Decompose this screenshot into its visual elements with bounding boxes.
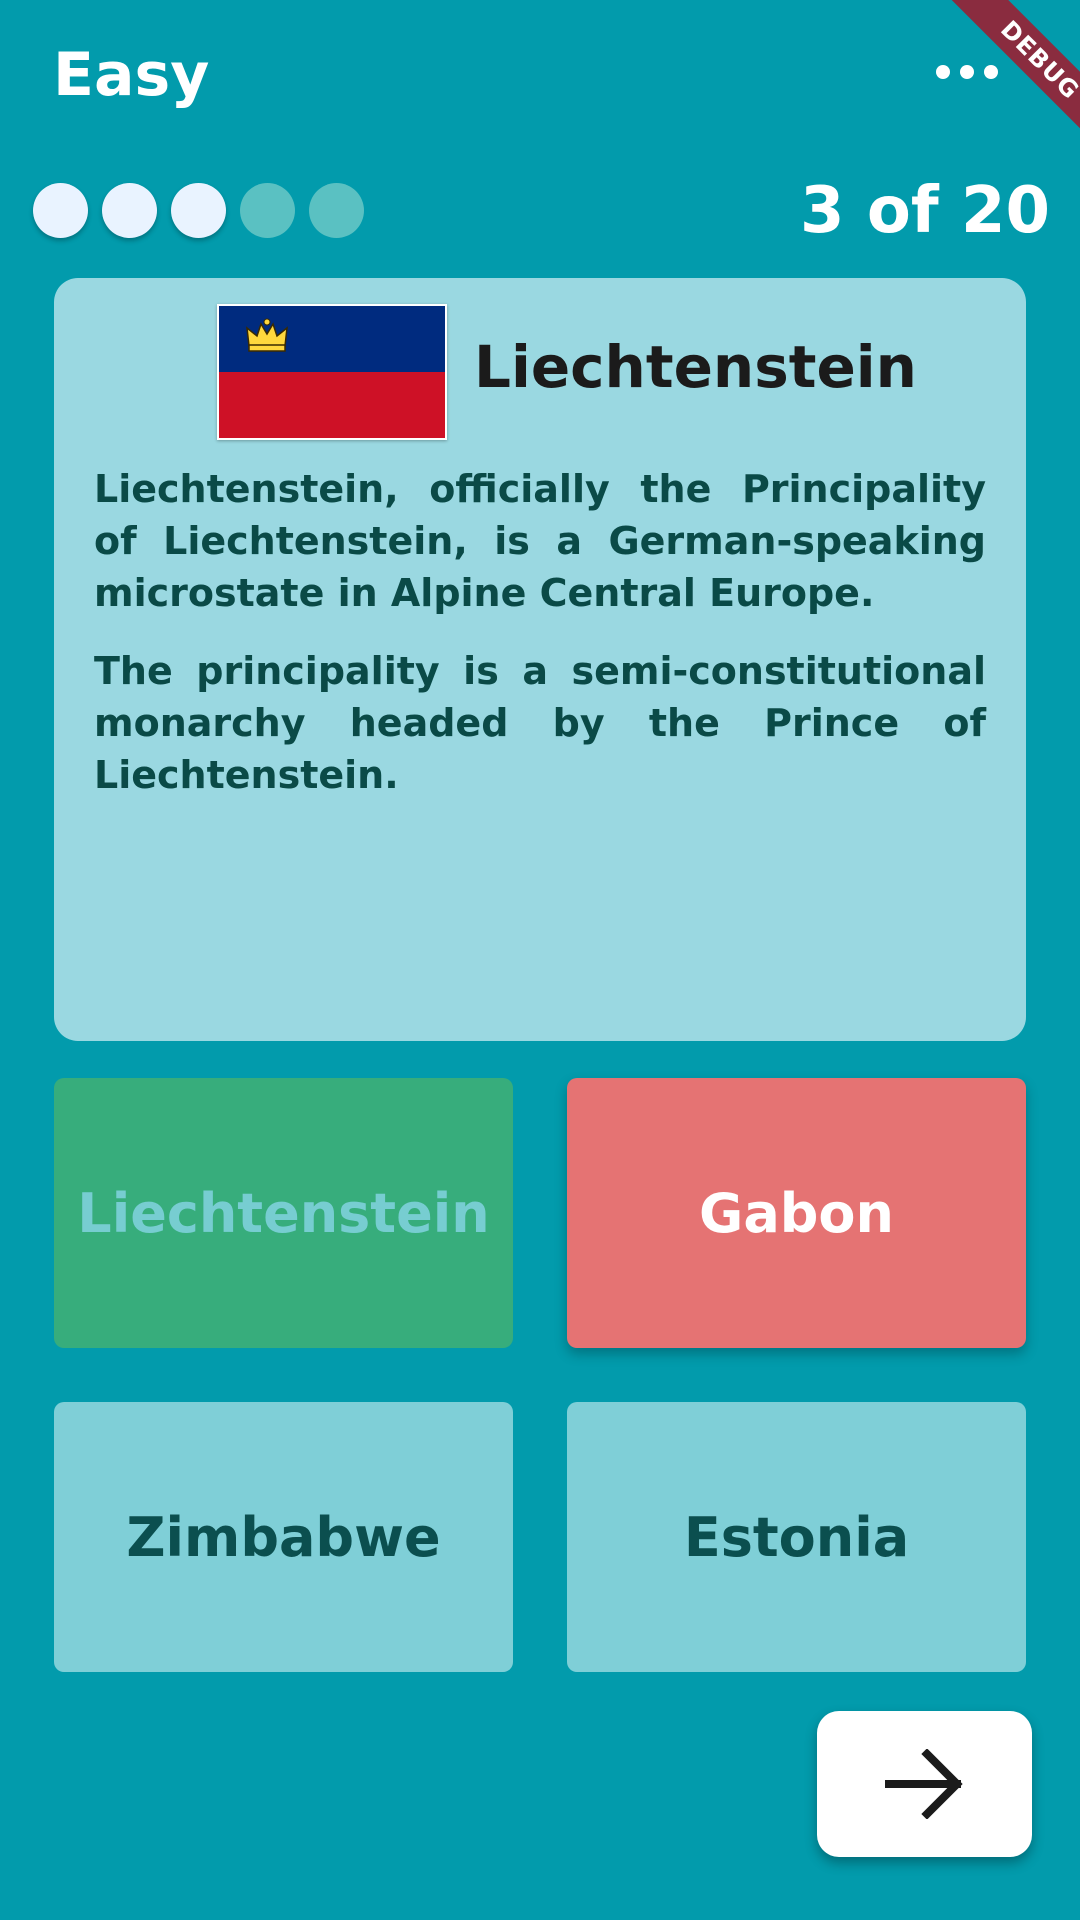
- answer-button[interactable]: Estonia: [567, 1402, 1026, 1672]
- progress-dot-done: [33, 183, 88, 238]
- debug-banner: DEBUG: [920, 0, 1080, 160]
- progress-dots: [33, 183, 364, 238]
- question-counter: 3 of 20: [800, 174, 1050, 248]
- answer-button[interactable]: Zimbabwe: [54, 1402, 513, 1672]
- progress-dot-done: [102, 183, 157, 238]
- app-title: Easy: [53, 40, 210, 110]
- country-name: Liechtenstein: [474, 333, 917, 401]
- debug-label: DEBUG: [941, 0, 1080, 159]
- progress-dot-done: [171, 183, 226, 238]
- progress-dot-pending: [240, 183, 295, 238]
- country-info-card: Liechtenstein Liechtenstein, officially …: [54, 278, 1026, 1041]
- answer-button-correct[interactable]: Liechtenstein: [54, 1078, 513, 1348]
- description-paragraph: Liechtenstein, officially the Principali…: [94, 467, 986, 615]
- description-paragraph: The principality is a semi-constitutiona…: [94, 649, 986, 797]
- next-button[interactable]: [817, 1711, 1032, 1857]
- crown-icon: [246, 318, 288, 352]
- country-description: Liechtenstein, officially the Principali…: [94, 463, 986, 827]
- answer-button-wrong[interactable]: Gabon: [567, 1078, 1026, 1348]
- arrow-right-icon: [884, 1749, 963, 1819]
- liechtenstein-flag-icon: [217, 304, 447, 440]
- progress-dot-pending: [309, 183, 364, 238]
